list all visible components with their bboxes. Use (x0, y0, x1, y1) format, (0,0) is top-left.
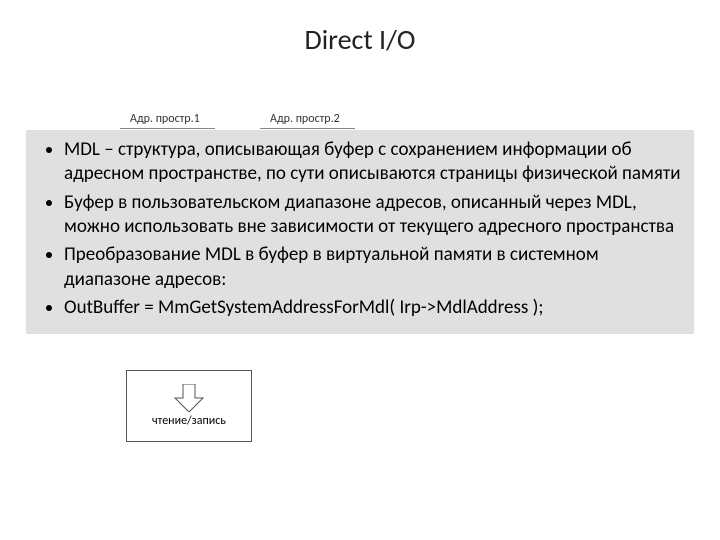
bullet-item: OutBuffer = MmGetSystemAddressForMdl( Ir… (64, 296, 684, 320)
addr2-underline (260, 128, 355, 129)
arrow-down-icon (172, 384, 206, 412)
bullet-item: Преобразование MDL в буфер в виртуальной… (64, 243, 684, 292)
read-write-label: чтение/запись (126, 414, 252, 428)
addr-space-1-label: Адр. простр.1 (130, 112, 200, 126)
addr1-underline (120, 128, 215, 129)
content-block: MDL – структура, описывающая буфер с сох… (26, 130, 694, 334)
bullet-item: MDL – структура, описывающая буфер с сох… (64, 138, 684, 187)
slide: Direct I/O Адр. простр.1 Адр. простр.2 M… (0, 0, 720, 540)
addr-space-2-label: Адр. простр.2 (270, 112, 340, 126)
page-title: Direct I/O (0, 22, 720, 57)
bullet-list: MDL – структура, описывающая буфер с сох… (36, 138, 684, 320)
bullet-item: Буфер в пользовательском диапазоне адрес… (64, 191, 684, 240)
